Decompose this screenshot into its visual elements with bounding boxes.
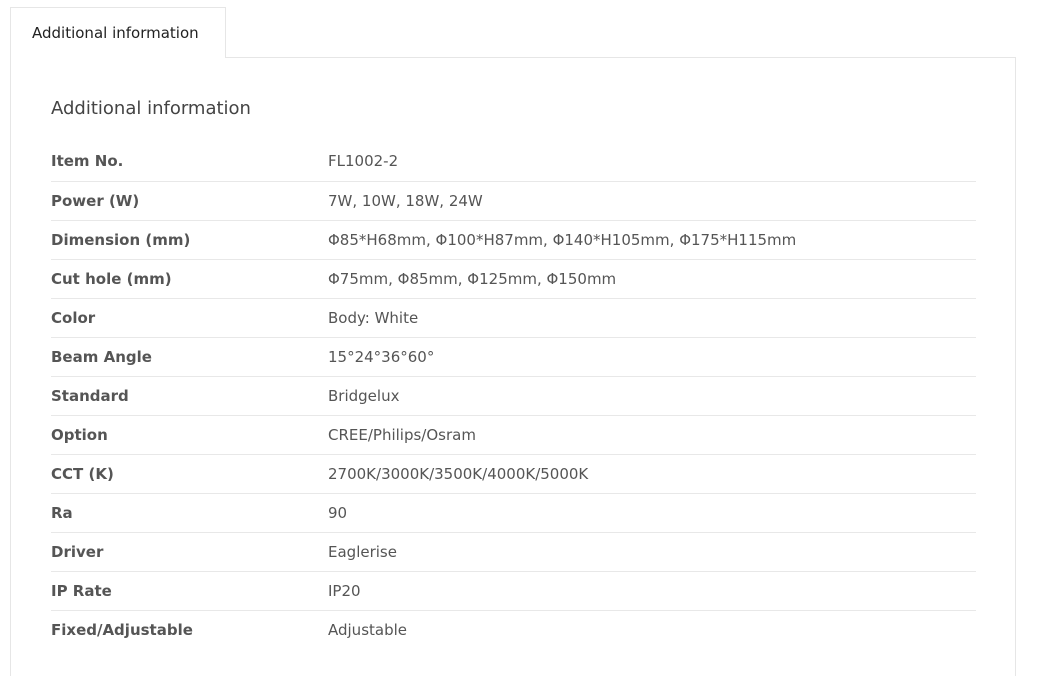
attribute-label: Fixed/Adjustable <box>51 620 193 639</box>
attribute-label: Color <box>51 308 96 327</box>
table-row: Cut hole (mm) Φ75mm, Φ85mm, Φ125mm, Φ150… <box>51 259 976 298</box>
attribute-value: Φ75mm, Φ85mm, Φ125mm, Φ150mm <box>328 269 617 288</box>
attribute-label: Beam Angle <box>51 347 152 366</box>
attributes-table: Item No. FL1002-2 Power (W) 7W, 10W, 18W… <box>51 142 976 649</box>
attribute-value: FL1002-2 <box>328 152 399 171</box>
product-tabs-wrapper: Additional information Additional inform… <box>0 0 1037 676</box>
table-row: Item No. FL1002-2 <box>51 142 976 181</box>
attribute-value: Eaglerise <box>328 542 397 561</box>
attribute-label: IP Rate <box>51 581 112 600</box>
attribute-label: CCT (K) <box>51 464 114 483</box>
table-row: Fixed/Adjustable Adjustable <box>51 610 976 649</box>
table-row: IP Rate IP20 <box>51 571 976 610</box>
attribute-label: Cut hole (mm) <box>51 269 172 288</box>
table-row: Dimension (mm) Φ85*H68mm, Φ100*H87mm, Φ1… <box>51 220 976 259</box>
attribute-label: Ra <box>51 503 73 522</box>
attribute-value: Adjustable <box>328 620 407 639</box>
attribute-value: 90 <box>328 503 348 522</box>
attribute-value: 15°24°36°60° <box>328 347 435 366</box>
attribute-label: Standard <box>51 386 129 405</box>
attribute-value: CREE/Philips/Osram <box>328 425 476 444</box>
additional-information-panel: Additional information Item No. FL1002-2… <box>10 57 1016 676</box>
attribute-label: Option <box>51 425 108 444</box>
table-row: CCT (K) 2700K/3000K/3500K/4000K/5000K <box>51 454 976 493</box>
attribute-value: Φ85*H68mm, Φ100*H87mm, Φ140*H105mm, Φ175… <box>328 230 797 249</box>
table-row: Ra 90 <box>51 493 976 532</box>
table-row: Color Body: White <box>51 298 976 337</box>
attribute-label: Driver <box>51 542 104 561</box>
attribute-value: Body: White <box>328 308 419 327</box>
attribute-value: Bridgelux <box>328 386 400 405</box>
table-row: Standard Bridgelux <box>51 376 976 415</box>
attribute-value: 2700K/3000K/3500K/4000K/5000K <box>328 464 589 483</box>
table-row: Driver Eaglerise <box>51 532 976 571</box>
tab-additional-information[interactable]: Additional information <box>10 7 226 58</box>
table-row: Beam Angle 15°24°36°60° <box>51 337 976 376</box>
attribute-label: Power (W) <box>51 191 140 210</box>
table-row: Power (W) 7W, 10W, 18W, 24W <box>51 181 976 220</box>
attribute-label: Dimension (mm) <box>51 230 191 249</box>
attribute-value: 7W, 10W, 18W, 24W <box>328 191 483 210</box>
attribute-label: Item No. <box>51 152 124 171</box>
table-row: Option CREE/Philips/Osram <box>51 415 976 454</box>
panel-title: Additional information <box>51 98 251 119</box>
attribute-value: IP20 <box>328 581 361 600</box>
